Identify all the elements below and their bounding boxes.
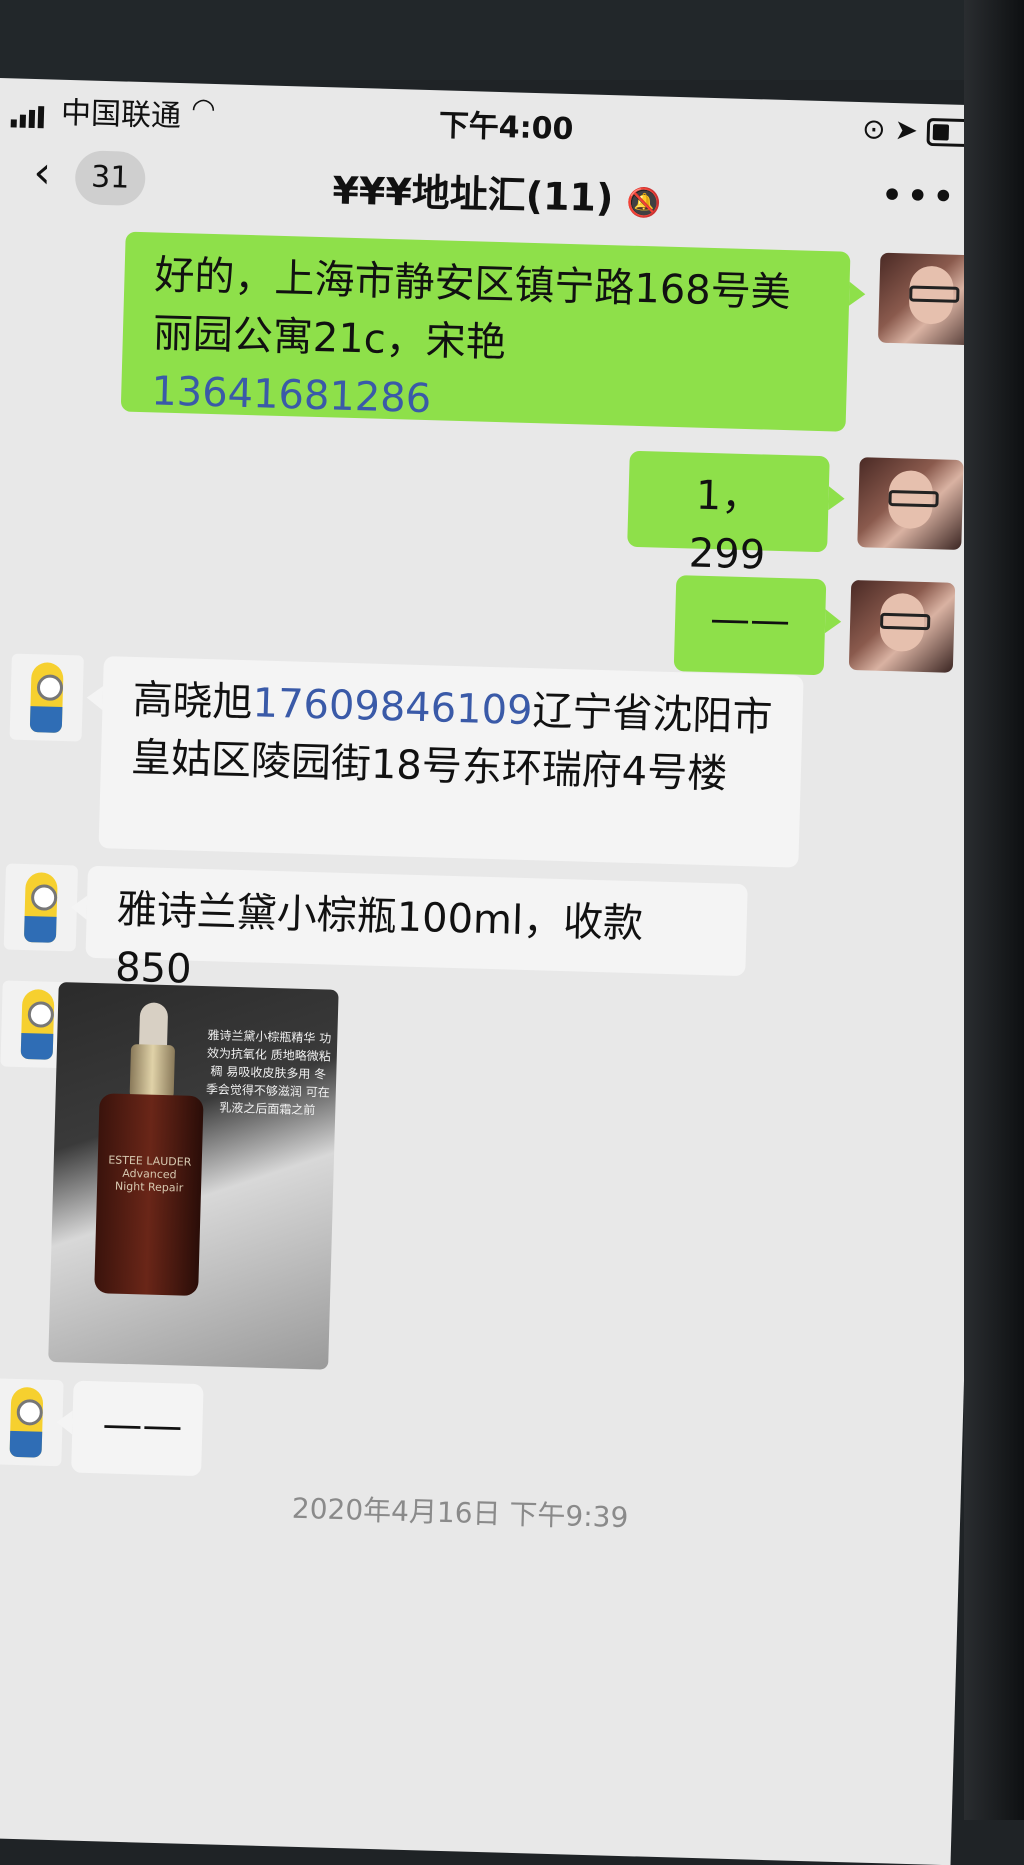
avatar[interactable] — [857, 457, 964, 551]
rotation-lock-icon: ⊙ — [861, 112, 887, 146]
status-time: 下午4:00 — [438, 108, 574, 148]
message-text: 好的，上海市静安区镇宁路168号美丽园公寓21c，宋艳 — [152, 252, 792, 367]
location-icon: ➤ — [894, 113, 919, 147]
sender-name-text: 高晓旭 — [132, 676, 254, 727]
mute-bell-icon: 🔕 — [625, 185, 662, 220]
status-right-icons: ⊙ ➤ — [862, 112, 980, 148]
avatar[interactable] — [848, 579, 956, 673]
phone-number-link[interactable]: 13641681286 — [151, 368, 432, 422]
phone-screen: 中国联通 ◠ 下午4:00 ⊙ ➤ ‹ 31 ¥¥¥地址汇(11) 🔕 ••• … — [0, 78, 1000, 1865]
chat-title: ¥¥¥地址汇(11) 🔕 — [0, 150, 998, 233]
phone-number-link[interactable]: 17609846109 — [252, 680, 533, 734]
message-text: 1，299 — [688, 472, 766, 579]
avatar[interactable] — [9, 653, 84, 742]
ad-caption: 雅诗兰黛小棕瓶精华 功效为抗氧化 质地略微粘稠 易吸收皮肤多用 冬季会觉得不够滋… — [205, 1028, 332, 1118]
avatar[interactable] — [3, 863, 79, 952]
photo-right-edge — [964, 0, 1024, 1820]
bottle-dropper — [138, 1002, 169, 1050]
message-bubble[interactable]: 好的，上海市静安区镇宁路168号美丽园公寓21c，宋艳 13641681286 — [120, 231, 851, 432]
wifi-icon: ◠ — [190, 91, 217, 126]
more-icon[interactable]: ••• — [880, 173, 958, 221]
chat-title-text: ¥¥¥地址汇(11) — [331, 168, 614, 221]
photo-top-edge — [0, 0, 1024, 80]
avatar[interactable] — [0, 1378, 64, 1467]
message-bubble[interactable]: —— — [673, 575, 827, 676]
signal-icon — [10, 92, 48, 129]
message-bubble[interactable]: 高晓旭17609846109辽宁省沈阳市皇姑区陵园街18号东环瑞府4号楼 — [98, 656, 804, 868]
chat-nav-bar: ‹ 31 ¥¥¥地址汇(11) 🔕 ••• — [0, 138, 998, 246]
product-image-message[interactable]: ESTEE LAUDER Advanced Night Repair 雅诗兰黛小… — [48, 981, 339, 1370]
message-bubble[interactable]: —— — [71, 1380, 204, 1477]
message-text: —— — [709, 596, 791, 645]
message-bubble[interactable]: 1，299 — [627, 450, 830, 579]
message-text: 雅诗兰黛小棕瓶100ml，收款850 — [114, 886, 644, 993]
chat-timestamp: 2020年4月16日 下午9:39 — [291, 1491, 629, 1535]
carrier-label: 中国联通 — [60, 95, 182, 135]
bottle-label: ESTEE LAUDER Advanced Night Repair — [108, 1153, 192, 1195]
message-text: —— — [101, 1401, 184, 1450]
bottle-neck — [129, 1044, 176, 1100]
message-bubble[interactable]: 雅诗兰黛小棕瓶100ml，收款850 — [85, 865, 748, 993]
